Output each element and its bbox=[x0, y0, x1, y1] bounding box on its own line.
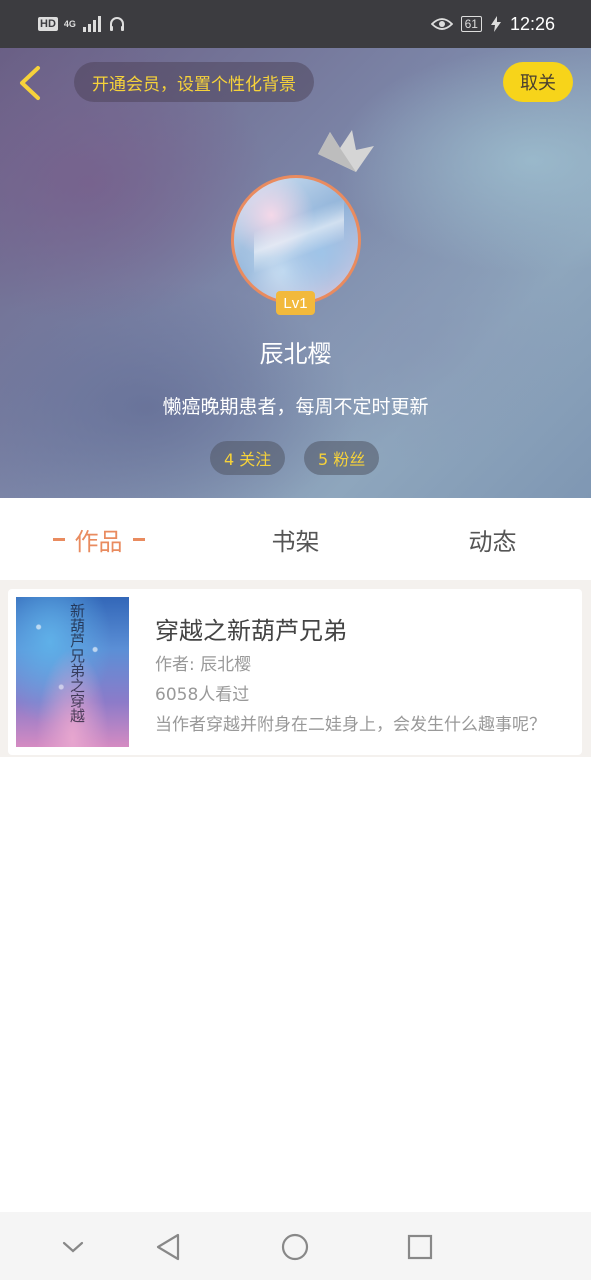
tab-bookshelf[interactable]: 书架 bbox=[197, 498, 394, 580]
tab-label: 动态 bbox=[468, 527, 517, 556]
unfollow-button[interactable]: 取关 bbox=[503, 62, 573, 102]
book-title: 穿越之新葫芦兄弟 bbox=[155, 617, 347, 645]
user-bio: 懒癌晚期患者，每周不定时更新 bbox=[162, 396, 429, 418]
book-description: 当作者穿越并附身在二娃身上，会发生什么趣事呢？ bbox=[155, 715, 546, 735]
username: 辰北樱 bbox=[259, 340, 332, 368]
status-right: 61 12:26 bbox=[430, 13, 555, 35]
recents-square-icon[interactable] bbox=[403, 1230, 437, 1264]
clock: 12:26 bbox=[509, 13, 555, 34]
level-badge: Lv1 bbox=[276, 291, 315, 315]
eye-icon bbox=[430, 18, 453, 30]
collapse-down-icon[interactable] bbox=[56, 1230, 90, 1264]
home-circle-icon[interactable] bbox=[278, 1230, 312, 1264]
unfollow-label: 取关 bbox=[520, 73, 556, 94]
status-left: HD 4G bbox=[38, 15, 126, 33]
active-tab-dash-right bbox=[132, 537, 145, 541]
chevron-left-icon[interactable] bbox=[14, 64, 50, 102]
back-triangle-icon[interactable] bbox=[152, 1230, 186, 1264]
tab-activity[interactable]: 动态 bbox=[394, 498, 591, 580]
tab-label: 作品 bbox=[74, 527, 123, 556]
profile-tabs: 作品 书架 动态 bbox=[0, 498, 591, 580]
status-bar: HD 4G 61 12:26 bbox=[0, 0, 591, 48]
vip-banner-text: 开通会员，设置个性化背景 bbox=[92, 74, 296, 95]
avatar[interactable] bbox=[231, 175, 361, 305]
signal-icon bbox=[82, 16, 101, 32]
book-views: 6058人看过 bbox=[155, 685, 250, 705]
tab-label: 书架 bbox=[271, 527, 320, 556]
book-author: 作者: 辰北樱 bbox=[155, 655, 252, 675]
vip-background-banner[interactable]: 开通会员，设置个性化背景 bbox=[74, 62, 314, 102]
system-nav-bar bbox=[0, 1212, 591, 1280]
headphones-icon bbox=[109, 17, 124, 31]
following-count: 4 关注 bbox=[224, 450, 272, 469]
profile-header: 开通会员，设置个性化背景 取关 Lv1 辰北樱 懒癌晚期患者，每周不定时更新 4… bbox=[0, 48, 591, 498]
active-tab-dash-left bbox=[52, 537, 65, 541]
following-count-button[interactable]: 4 关注 bbox=[210, 441, 286, 475]
hd-icon: HD bbox=[38, 17, 58, 31]
book-cover: 新葫芦兄弟之穿越 bbox=[16, 597, 129, 747]
tab-works[interactable]: 作品 bbox=[0, 498, 197, 580]
book-card[interactable]: 新葫芦兄弟之穿越 穿越之新葫芦兄弟 作者: 辰北樱 6058人看过 当作者穿越并… bbox=[8, 589, 582, 755]
fans-count-button[interactable]: 5 粉丝 bbox=[304, 441, 380, 475]
fans-count: 5 粉丝 bbox=[318, 450, 366, 469]
book-cover-text: 新葫芦兄弟之穿越 bbox=[68, 603, 86, 723]
battery-icon: 61 bbox=[460, 16, 482, 32]
charging-icon bbox=[490, 16, 501, 32]
network-type: 4G bbox=[63, 18, 76, 29]
